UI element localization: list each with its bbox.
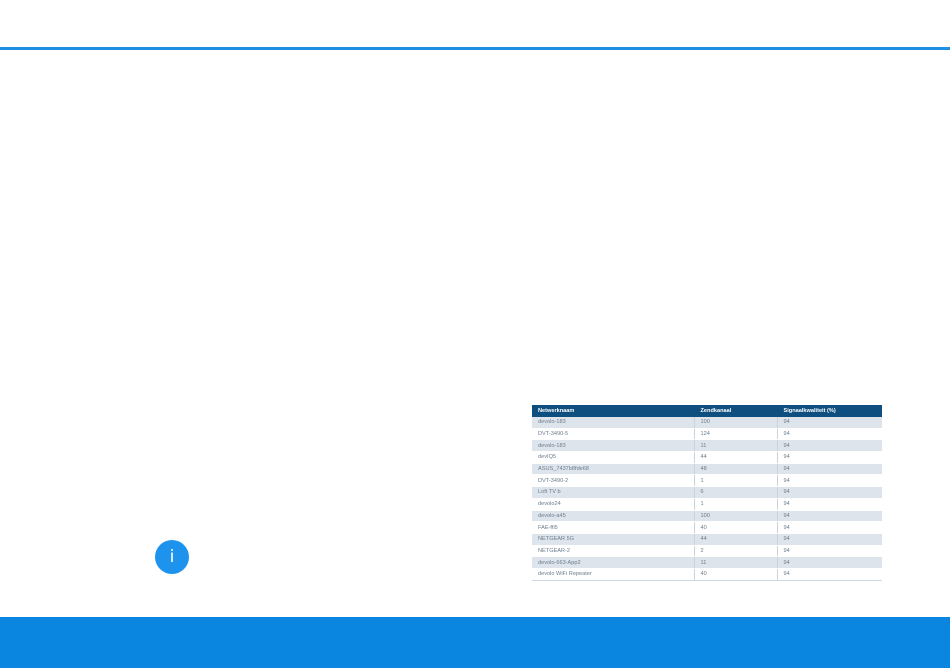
- cell-zendkanaal: 11: [693, 439, 777, 453]
- cell-zendkanaal: 44: [693, 533, 777, 546]
- cell-netwerknaam: DVT-3490-2: [532, 474, 694, 488]
- cell-netwerknaam: devolo-663-App2: [532, 556, 694, 569]
- cell-zendkanaal: 124: [693, 428, 777, 441]
- table-row: NETGEAR-2 2 94: [532, 545, 882, 558]
- cell-netwerknaam: ASUS_7437b8fde68: [532, 463, 694, 476]
- table-row: DVT-3490-2 1 94: [532, 474, 882, 488]
- table-row: DVT-3490-5 124 94: [532, 428, 882, 441]
- cell-signaalkwaliteit: 94: [776, 545, 882, 558]
- cell-signaalkwaliteit: 94: [776, 428, 882, 441]
- cell-netwerknaam: devolo-a45: [532, 510, 694, 523]
- cell-signaalkwaliteit: 94: [776, 498, 882, 511]
- cell-signaalkwaliteit: 94: [776, 556, 882, 569]
- cell-signaalkwaliteit: 94: [776, 439, 882, 453]
- cell-netwerknaam: devolo-183: [532, 439, 694, 453]
- cell-signaalkwaliteit: 94: [776, 451, 882, 464]
- cell-netwerknaam: DVT-3490-5: [532, 428, 694, 441]
- network-table: Netwerknaam Zendkanaal Signaalkwaliteit …: [532, 405, 882, 581]
- table-row: devolo-183 11 94: [532, 439, 882, 453]
- network-table-container: Netwerknaam Zendkanaal Signaalkwaliteit …: [532, 405, 882, 581]
- cell-zendkanaal: 6: [693, 486, 777, 499]
- table-row: devolo WiFi Repeater 40 94: [532, 568, 882, 581]
- header-rule: [0, 47, 950, 50]
- cell-signaalkwaliteit: 94: [776, 474, 882, 488]
- cell-netwerknaam: Loft TV b: [532, 486, 694, 499]
- column-header-signaalkwaliteit: Signaalkwaliteit (%): [776, 405, 882, 417]
- info-icon: i: [155, 540, 189, 574]
- cell-zendkanaal: 1: [693, 474, 777, 488]
- cell-zendkanaal: 44: [693, 451, 777, 464]
- table-row: Loft TV b 6 94: [532, 486, 882, 499]
- cell-zendkanaal: 40: [693, 568, 777, 581]
- table-header-row: Netwerknaam Zendkanaal Signaalkwaliteit …: [532, 405, 882, 417]
- table-row: devolo-a45 100 94: [532, 510, 882, 523]
- cell-zendkanaal: 1: [693, 498, 777, 511]
- cell-netwerknaam: devolo WiFi Repeater: [532, 568, 694, 581]
- table-header: Netwerknaam Zendkanaal Signaalkwaliteit …: [532, 405, 882, 417]
- cell-zendkanaal: 40: [693, 521, 777, 534]
- cell-signaalkwaliteit: 94: [776, 568, 882, 581]
- cell-signaalkwaliteit: 94: [776, 417, 882, 429]
- cell-netwerknaam: devolo-183: [532, 417, 694, 429]
- table-row: devolo24 1 94: [532, 498, 882, 511]
- table-row: devolo-663-App2 11 94: [532, 556, 882, 569]
- info-icon-glyph: i: [169, 546, 175, 567]
- cell-zendkanaal: 2: [693, 545, 777, 558]
- table-row: ASUS_7437b8fde68 48 94: [532, 463, 882, 476]
- cell-netwerknaam: devolo24: [532, 498, 694, 511]
- cell-netwerknaam: devIQ5: [532, 451, 694, 464]
- table-row: devIQ5 44 94: [532, 451, 882, 464]
- column-header-zendkanaal: Zendkanaal: [693, 405, 777, 417]
- table-row: devolo-183 100 94: [532, 417, 882, 429]
- cell-signaalkwaliteit: 94: [776, 521, 882, 534]
- cell-netwerknaam: NETGEAR 5G: [532, 533, 694, 546]
- cell-zendkanaal: 100: [693, 417, 777, 429]
- cell-signaalkwaliteit: 94: [776, 510, 882, 523]
- footer-band: [0, 617, 950, 668]
- table-body: devolo-183 100 94 DVT-3490-5 124 94 devolo-183…: [532, 417, 882, 581]
- cell-signaalkwaliteit: 94: [776, 463, 882, 476]
- cell-netwerknaam: FAE-ffi5: [532, 521, 694, 534]
- cell-signaalkwaliteit: 94: [776, 533, 882, 546]
- column-header-netwerknaam: Netwerknaam: [532, 405, 694, 417]
- cell-netwerknaam: NETGEAR-2: [532, 545, 694, 558]
- cell-zendkanaal: 100: [693, 510, 777, 523]
- cell-zendkanaal: 48: [693, 463, 777, 476]
- cell-signaalkwaliteit: 94: [776, 486, 882, 499]
- table-row: FAE-ffi5 40 94: [532, 521, 882, 534]
- table-row: NETGEAR 5G 44 94: [532, 533, 882, 546]
- cell-zendkanaal: 11: [693, 556, 777, 569]
